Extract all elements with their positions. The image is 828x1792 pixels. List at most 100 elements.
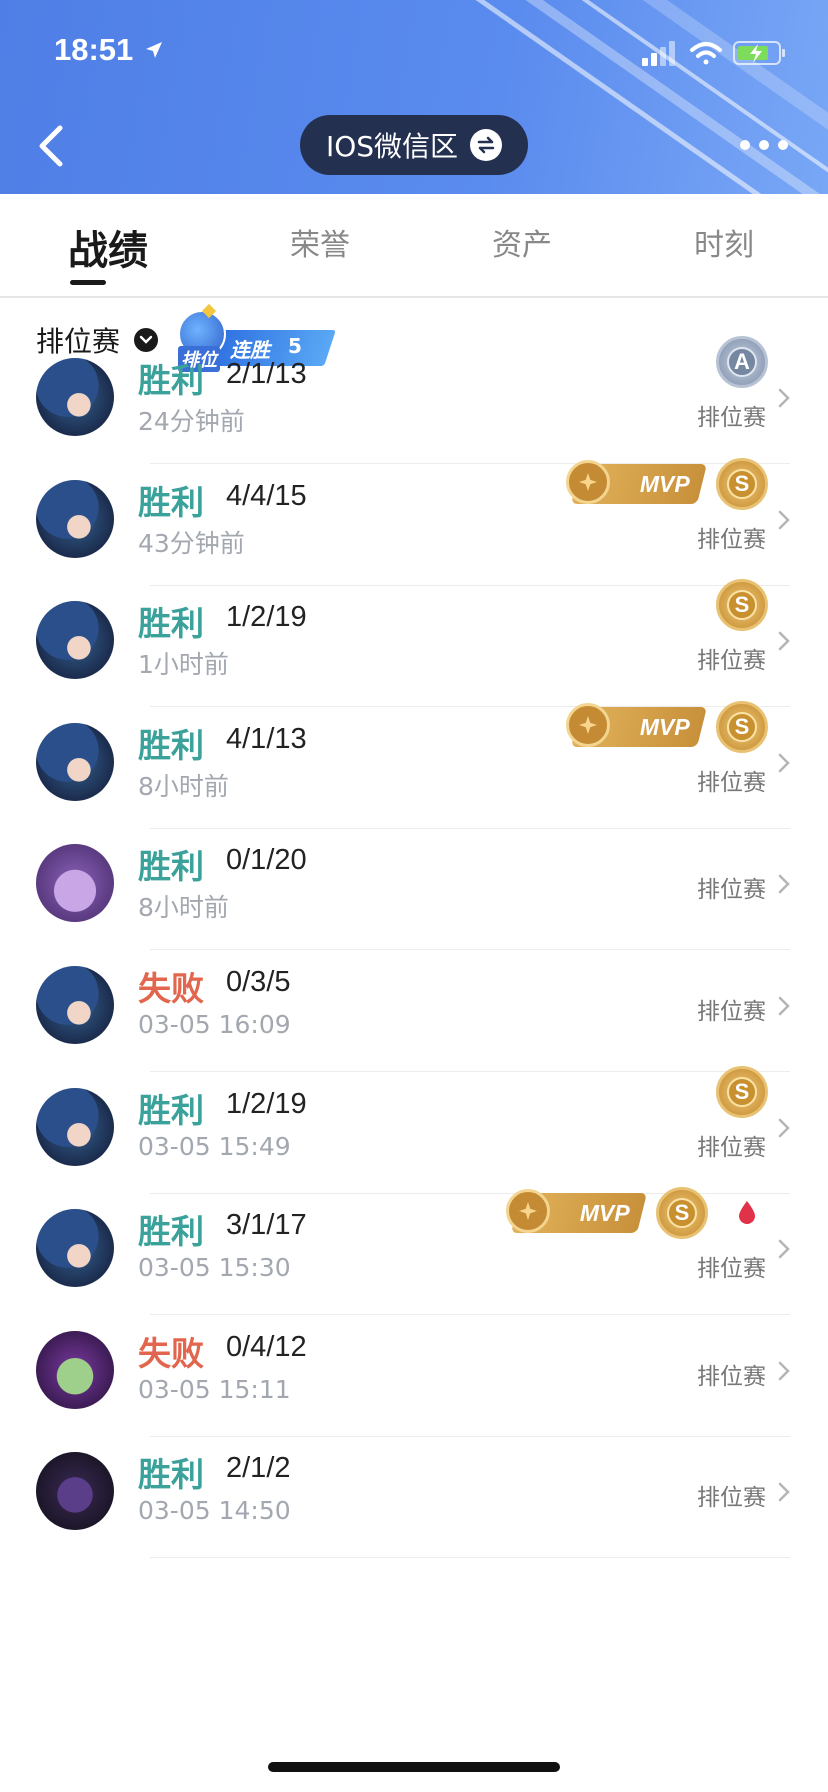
hero-avatar <box>36 479 114 558</box>
match-kda: 3/1/17 <box>226 1209 307 1242</box>
swap-icon <box>470 129 503 161</box>
match-result: 胜利 <box>138 725 204 765</box>
hero-avatar <box>36 722 114 801</box>
match-row[interactable]: 胜利 4/4/15 43分钟前 排位赛 S MVP <box>0 448 828 586</box>
chevron-right-icon <box>778 1361 790 1381</box>
tab-record[interactable]: 战绩 <box>68 218 148 276</box>
match-mode: 排位赛 <box>697 1485 766 1512</box>
match-mode: 排位赛 <box>697 877 766 904</box>
match-result: 失败 <box>138 969 204 1008</box>
match-kda: 4/4/15 <box>226 479 307 512</box>
match-row[interactable]: 失败 0/3/5 03-05 16:09 排位赛 <box>0 934 828 1072</box>
match-row[interactable]: 胜利 0/1/20 8小时前 排位赛 <box>0 812 828 951</box>
hero-avatar <box>36 1452 114 1531</box>
active-tab-indicator <box>70 280 106 285</box>
grade-s-badge-icon: S <box>656 1187 708 1240</box>
match-kda: 1/2/19 <box>226 1087 307 1120</box>
back-icon[interactable] <box>30 118 74 174</box>
chevron-right-icon <box>778 1483 790 1502</box>
match-time: 8小时前 <box>138 771 229 801</box>
tab-assets[interactable]: 资产 <box>492 220 552 264</box>
match-mode: 排位赛 <box>697 1256 766 1283</box>
match-time: 1小时前 <box>138 650 229 680</box>
hero-avatar <box>36 1330 114 1409</box>
mvp-star-icon <box>506 1189 550 1234</box>
match-result: 胜利 <box>138 604 204 644</box>
grade-s-badge-icon: S <box>716 457 768 510</box>
hero-avatar <box>36 358 114 436</box>
grade-s-badge-icon: S <box>716 700 768 753</box>
match-row[interactable]: 胜利 3/1/17 03-05 15:30 排位赛 S MVP <box>0 1177 828 1316</box>
tab-bar: 战绩 荣誉 资产 时刻 <box>0 194 828 298</box>
match-result: 胜利 <box>138 1090 204 1130</box>
match-mode: 排位赛 <box>697 405 766 431</box>
match-result: 胜利 <box>138 361 204 400</box>
hero-avatar <box>36 844 114 923</box>
match-time: 03-05 15:11 <box>138 1374 291 1404</box>
match-time: 03-05 16:09 <box>138 1010 291 1039</box>
match-kda: 2/1/2 <box>226 1452 291 1485</box>
chevron-right-icon <box>778 753 790 773</box>
match-result: 胜利 <box>138 847 204 887</box>
match-time: 03-05 15:49 <box>138 1131 291 1161</box>
match-mode: 排位赛 <box>697 648 766 675</box>
wifi-icon <box>690 42 722 65</box>
match-row[interactable]: 胜利 2/1/13 24分钟前 排位赛 A <box>0 326 828 464</box>
chevron-right-icon <box>778 1118 790 1137</box>
match-mode: 排位赛 <box>697 769 766 796</box>
chevron-right-icon <box>778 510 790 529</box>
row-divider <box>150 1557 790 1559</box>
match-result: 胜利 <box>138 482 204 522</box>
match-mode: 排位赛 <box>697 1134 766 1161</box>
chevron-right-icon <box>778 996 790 1016</box>
more-options-icon[interactable] <box>740 140 788 152</box>
tab-honor[interactable]: 荣誉 <box>290 220 350 264</box>
match-kda: 0/3/5 <box>226 966 291 998</box>
match-result: 失败 <box>138 1333 204 1373</box>
region-switch-button[interactable]: IOS微信区 <box>300 115 528 175</box>
grade-a-badge-icon: A <box>716 336 768 388</box>
match-time: 8小时前 <box>138 893 229 923</box>
mvp-star-icon <box>566 702 610 747</box>
match-row[interactable]: 胜利 1/2/19 03-05 15:49 排位赛 S <box>0 1056 828 1194</box>
chevron-right-icon <box>778 631 790 651</box>
match-mode: 排位赛 <box>697 526 766 553</box>
match-time: 03-05 15:30 <box>138 1253 291 1283</box>
hero-avatar <box>36 966 114 1044</box>
match-time: 24分钟前 <box>138 407 245 436</box>
chevron-right-icon <box>778 388 790 408</box>
match-kda: 4/1/13 <box>226 722 307 755</box>
battery-icon <box>733 41 785 65</box>
mvp-star-icon <box>566 459 610 504</box>
match-kda: 0/4/12 <box>226 1330 307 1363</box>
signal-icon <box>642 41 675 66</box>
match-row[interactable]: 胜利 1/2/19 1小时前 排位赛 S <box>0 569 828 708</box>
region-label: IOS微信区 <box>325 130 459 163</box>
match-time: 03-05 14:50 <box>138 1496 291 1526</box>
first-blood-icon <box>739 1201 755 1225</box>
match-mode: 排位赛 <box>697 999 766 1025</box>
chevron-right-icon <box>778 1239 790 1259</box>
match-kda: 1/2/19 <box>226 601 307 634</box>
hero-avatar <box>36 601 114 680</box>
hero-avatar <box>36 1087 114 1166</box>
grade-s-badge-icon: S <box>716 1065 768 1118</box>
match-row[interactable]: 失败 0/4/12 03-05 15:11 排位赛 <box>0 1299 828 1437</box>
match-result: 胜利 <box>138 1455 204 1495</box>
chevron-right-icon <box>778 875 790 894</box>
match-row[interactable]: 胜利 2/1/2 03-05 14:50 排位赛 <box>0 1420 828 1559</box>
location-icon <box>145 42 162 58</box>
decor-streak <box>494 0 828 194</box>
header-bar: 18:51 IOS微信区 <box>0 0 828 194</box>
grade-s-badge-icon: S <box>716 579 768 632</box>
hero-avatar <box>36 1209 114 1288</box>
home-indicator <box>268 1762 560 1772</box>
match-kda: 2/1/13 <box>226 358 307 390</box>
match-row[interactable]: 胜利 4/1/13 8小时前 排位赛 S MVP <box>0 691 828 829</box>
match-time: 43分钟前 <box>138 528 245 558</box>
status-time: 18:51 <box>54 32 164 68</box>
status-time-text: 18:51 <box>54 32 134 67</box>
match-kda: 0/1/20 <box>226 844 307 877</box>
tab-moments[interactable]: 时刻 <box>694 220 754 264</box>
match-result: 胜利 <box>138 1212 204 1252</box>
